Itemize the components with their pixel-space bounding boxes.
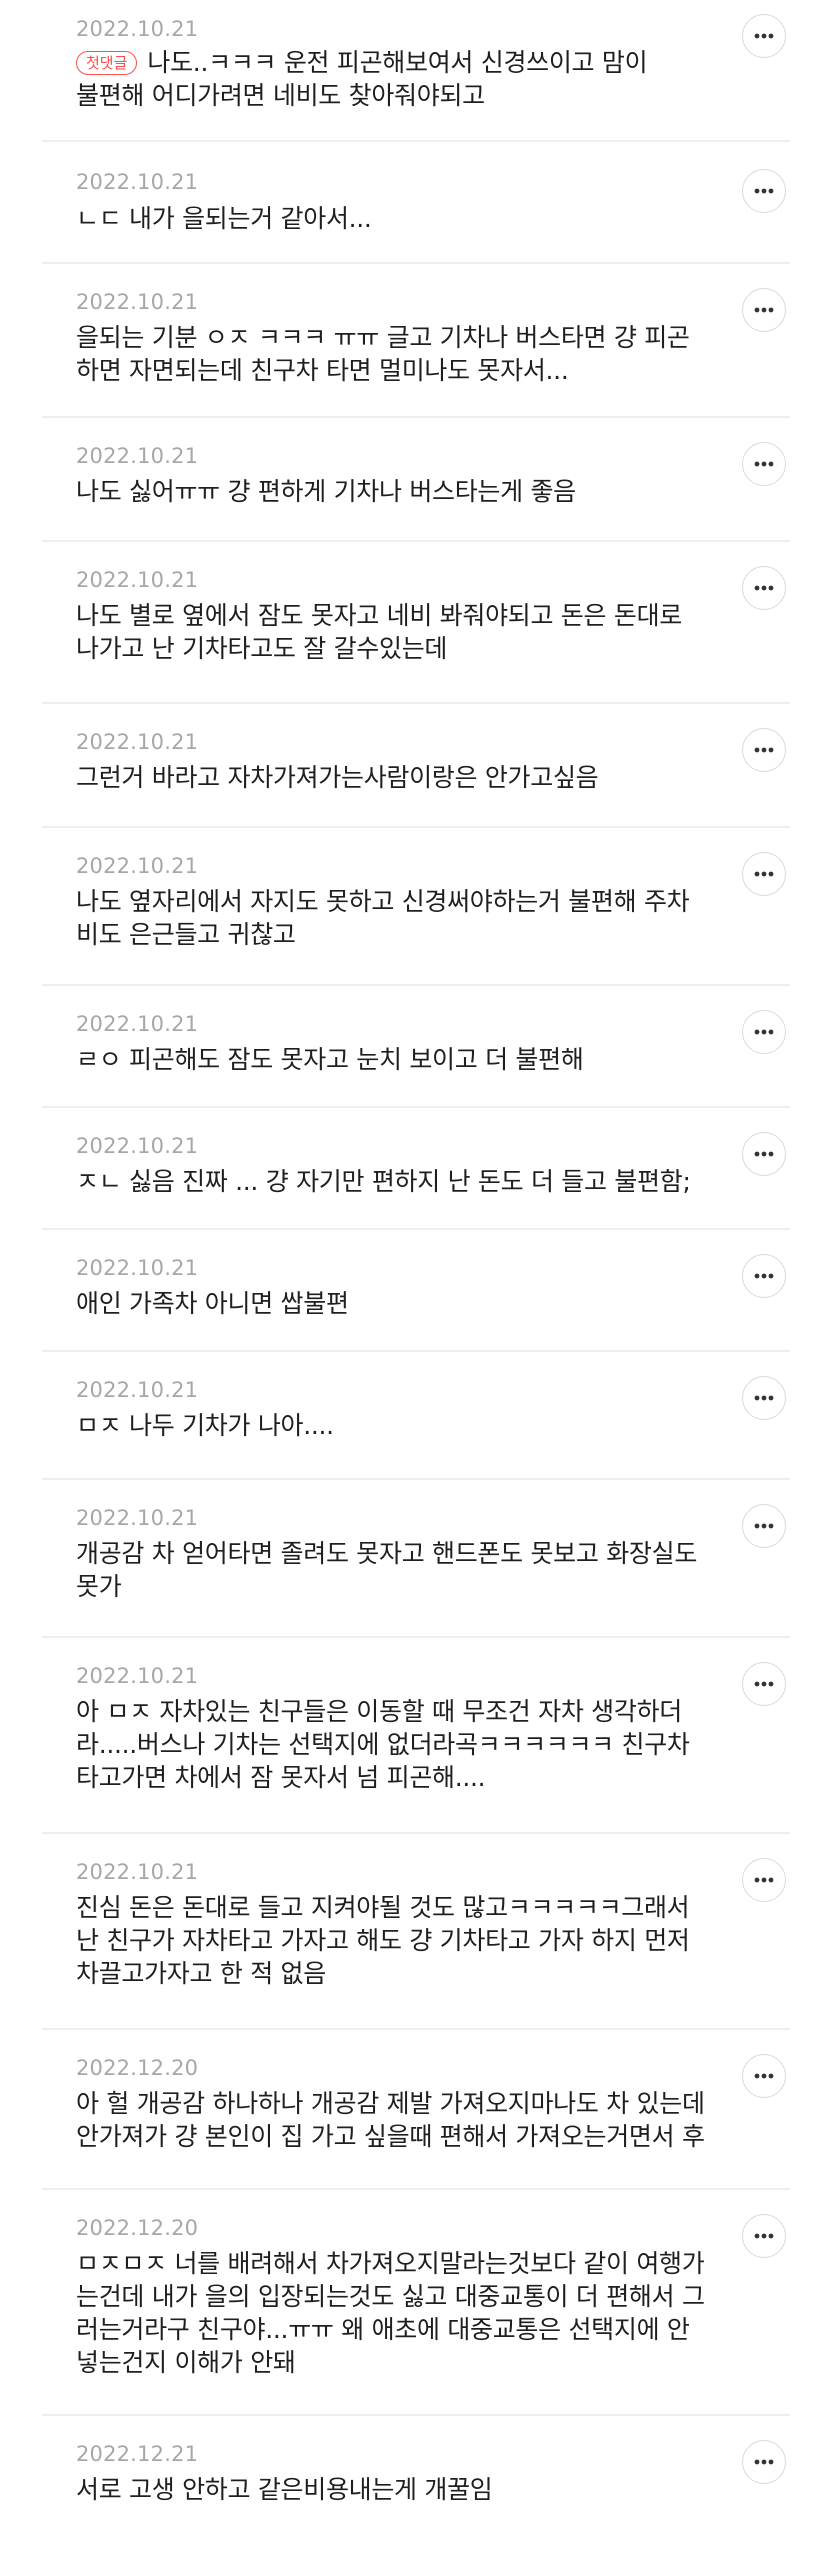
- more-options-button[interactable]: [742, 1132, 786, 1176]
- comment-item: 2022.10.21 아 ㅁㅈ 자차있는 친구들은 이동할 때 무조건 자차 생…: [42, 1638, 790, 1834]
- more-horizontal-icon: [754, 1523, 774, 1529]
- more-horizontal-icon: [754, 188, 774, 194]
- comment-date: 2022.10.21: [76, 1134, 199, 1158]
- more-horizontal-icon: [754, 1395, 774, 1401]
- first-comment-badge: 첫댓글: [76, 51, 138, 75]
- more-options-button[interactable]: [742, 288, 786, 332]
- comment-text: ㅁㅈㅁㅈ 너를 배려해서 차가져오지말라는것보다 같이 여행가 는건데 내가 을…: [76, 2249, 705, 2377]
- comment-item: 2022.10.21 그런거 바라고 자차가져가는사람이랑은 안가고싶음: [42, 704, 790, 828]
- comment-text: 을되는 기분 ㅇㅈ ㅋㅋㅋ ㅠㅠ 글고 기차나 버스타면 걍 피곤 하면 자면되…: [76, 323, 690, 385]
- comment-text: 나도 별로 옆에서 잠도 못자고 네비 봐줘야되고 돈은 돈대로 나가고 난 기…: [76, 601, 682, 663]
- comment-text: 진심 돈은 돈대로 들고 지켜야될 것도 많고ㅋㅋㅋㅋㅋ그래서 난 친구가 자차…: [76, 1893, 690, 1988]
- more-options-button[interactable]: [742, 2440, 786, 2484]
- more-horizontal-icon: [754, 33, 774, 39]
- more-horizontal-icon: [754, 1877, 774, 1883]
- more-options-button[interactable]: [742, 1504, 786, 1548]
- comment-text: ㅈㄴ 싫음 진짜 ... 걍 자기만 편하지 난 돈도 더 들고 불편함;: [76, 1167, 691, 1196]
- comment-date: 2022.10.21: [76, 444, 199, 468]
- comment-date: 2022.10.21: [76, 854, 199, 878]
- comment-item: 2022.10.21 ㅈㄴ 싫음 진짜 ... 걍 자기만 편하지 난 돈도 더…: [42, 1108, 790, 1230]
- more-options-button[interactable]: [742, 2054, 786, 2098]
- comment-text: 아 헐 개공감 하나하나 개공감 제발 가져오지마나도 차 있는데 안가져가 걍…: [76, 2089, 705, 2151]
- comment-item: 2022.10.21 개공감 차 얻어타면 졸려도 못자고 핸드폰도 못보고 화…: [42, 1480, 790, 1638]
- comment-text: 서로 고생 안하고 같은비용내는게 개꿀임: [76, 2475, 493, 2504]
- more-options-button[interactable]: [742, 1254, 786, 1298]
- more-horizontal-icon: [754, 1029, 774, 1035]
- comment-date: 2022.12.21: [76, 2442, 199, 2466]
- comment-date: 2022.10.21: [76, 1378, 199, 1402]
- comment-text-container: 첫댓글 나도..ㅋㅋㅋ 운전 피곤해보여서 신경쓰이고 맘이 불편해 어디가려면 …: [76, 46, 736, 112]
- comment-item: 2022.10.21 나도 옆자리에서 자지도 못하고 신경써야하는거 불편해 …: [42, 828, 790, 986]
- comment-text: 나도..ㅋㅋㅋ 운전 피곤해보여서 신경쓰이고 맘이 불편해 어디가려면 네비도…: [76, 48, 648, 110]
- comment-item: 2022.10.21 ㄴㄷ 내가 을되는거 같아서...: [42, 142, 790, 264]
- comment-date: 2022.10.21: [76, 1506, 199, 1530]
- comment-date: 2022.10.21: [76, 1012, 199, 1036]
- more-horizontal-icon: [754, 2233, 774, 2239]
- comment-date: 2022.12.20: [76, 2216, 199, 2240]
- comment-item: 2022.10.21 애인 가족차 아니면 쌉불편: [42, 1230, 790, 1352]
- more-options-button[interactable]: [742, 728, 786, 772]
- comment-date: 2022.10.21: [76, 290, 199, 314]
- more-horizontal-icon: [754, 1681, 774, 1687]
- more-horizontal-icon: [754, 871, 774, 877]
- comment-item: 2022.10.21 ㅁㅈ 나두 기차가 나아....: [42, 1352, 790, 1480]
- more-options-button[interactable]: [742, 1010, 786, 1054]
- comment-date: 2022.10.21: [76, 730, 199, 754]
- comment-date: 2022.12.20: [76, 2056, 199, 2080]
- comment-text: 나도 싫어ㅠㅠ 걍 편하게 기차나 버스타는게 좋음: [76, 477, 576, 506]
- comment-date: 2022.10.21: [76, 1256, 199, 1280]
- comment-text: ㄹㅇ 피곤해도 잠도 못자고 눈치 보이고 더 불편해: [76, 1045, 584, 1074]
- more-options-button[interactable]: [742, 1858, 786, 1902]
- more-options-button[interactable]: [742, 566, 786, 610]
- more-horizontal-icon: [754, 1273, 774, 1279]
- comment-date: 2022.10.21: [76, 568, 199, 592]
- comment-item: 2022.12.21 서로 고생 안하고 같은비용내는게 개꿀임: [42, 2416, 790, 2556]
- more-options-button[interactable]: [742, 14, 786, 58]
- more-options-button[interactable]: [742, 852, 786, 896]
- comment-item: 2022.12.20 아 헐 개공감 하나하나 개공감 제발 가져오지마나도 차…: [42, 2030, 790, 2190]
- comment-text: 개공감 차 얻어타면 졸려도 못자고 핸드폰도 못보고 화장실도 못가: [76, 1539, 698, 1601]
- comment-text: 나도 옆자리에서 자지도 못하고 신경써야하는거 불편해 주차 비도 은근들고 …: [76, 887, 690, 949]
- comment-item: 2022.10.21 나도 싫어ㅠㅠ 걍 편하게 기차나 버스타는게 좋음: [42, 418, 790, 542]
- more-horizontal-icon: [754, 585, 774, 591]
- comment-text: 그런거 바라고 자차가져가는사람이랑은 안가고싶음: [76, 763, 599, 792]
- comment-item: 2022.10.21 ㄹㅇ 피곤해도 잠도 못자고 눈치 보이고 더 불편해: [42, 986, 790, 1108]
- more-options-button[interactable]: [742, 442, 786, 486]
- more-horizontal-icon: [754, 307, 774, 313]
- more-horizontal-icon: [754, 2073, 774, 2079]
- more-horizontal-icon: [754, 2459, 774, 2465]
- comment-text: ㄴㄷ 내가 을되는거 같아서...: [76, 204, 372, 233]
- comment-item: 2022.10.21 나도 별로 옆에서 잠도 못자고 네비 봐줘야되고 돈은 …: [42, 542, 790, 704]
- more-options-button[interactable]: [742, 1376, 786, 1420]
- more-horizontal-icon: [754, 1151, 774, 1157]
- comment-text: 애인 가족차 아니면 쌉불편: [76, 1289, 349, 1318]
- comment-text: 아 ㅁㅈ 자차있는 친구들은 이동할 때 무조건 자차 생각하더 라.....버…: [76, 1697, 690, 1792]
- comment-date: 2022.10.21: [76, 17, 199, 41]
- comment-item: 2022.10.21 을되는 기분 ㅇㅈ ㅋㅋㅋ ㅠㅠ 글고 기차나 버스타면 …: [42, 264, 790, 418]
- comment-item: 2022.10.21 첫댓글 나도..ㅋㅋㅋ 운전 피곤해보여서 신경쓰이고 맘이…: [42, 0, 790, 142]
- comment-item: 2022.10.21 진심 돈은 돈대로 들고 지켜야될 것도 많고ㅋㅋㅋㅋㅋ그…: [42, 1834, 790, 2030]
- more-horizontal-icon: [754, 747, 774, 753]
- comment-date: 2022.10.21: [76, 1860, 199, 1884]
- comment-list: 2022.10.21 첫댓글 나도..ㅋㅋㅋ 운전 피곤해보여서 신경쓰이고 맘이…: [0, 0, 828, 2556]
- comment-date: 2022.10.21: [76, 1664, 199, 1688]
- more-options-button[interactable]: [742, 1662, 786, 1706]
- more-horizontal-icon: [754, 461, 774, 467]
- more-options-button[interactable]: [742, 2214, 786, 2258]
- comment-date: 2022.10.21: [76, 170, 199, 194]
- comment-item: 2022.12.20 ㅁㅈㅁㅈ 너를 배려해서 차가져오지말라는것보다 같이 여…: [42, 2190, 790, 2416]
- comment-text: ㅁㅈ 나두 기차가 나아....: [76, 1411, 334, 1440]
- more-options-button[interactable]: [742, 169, 786, 213]
